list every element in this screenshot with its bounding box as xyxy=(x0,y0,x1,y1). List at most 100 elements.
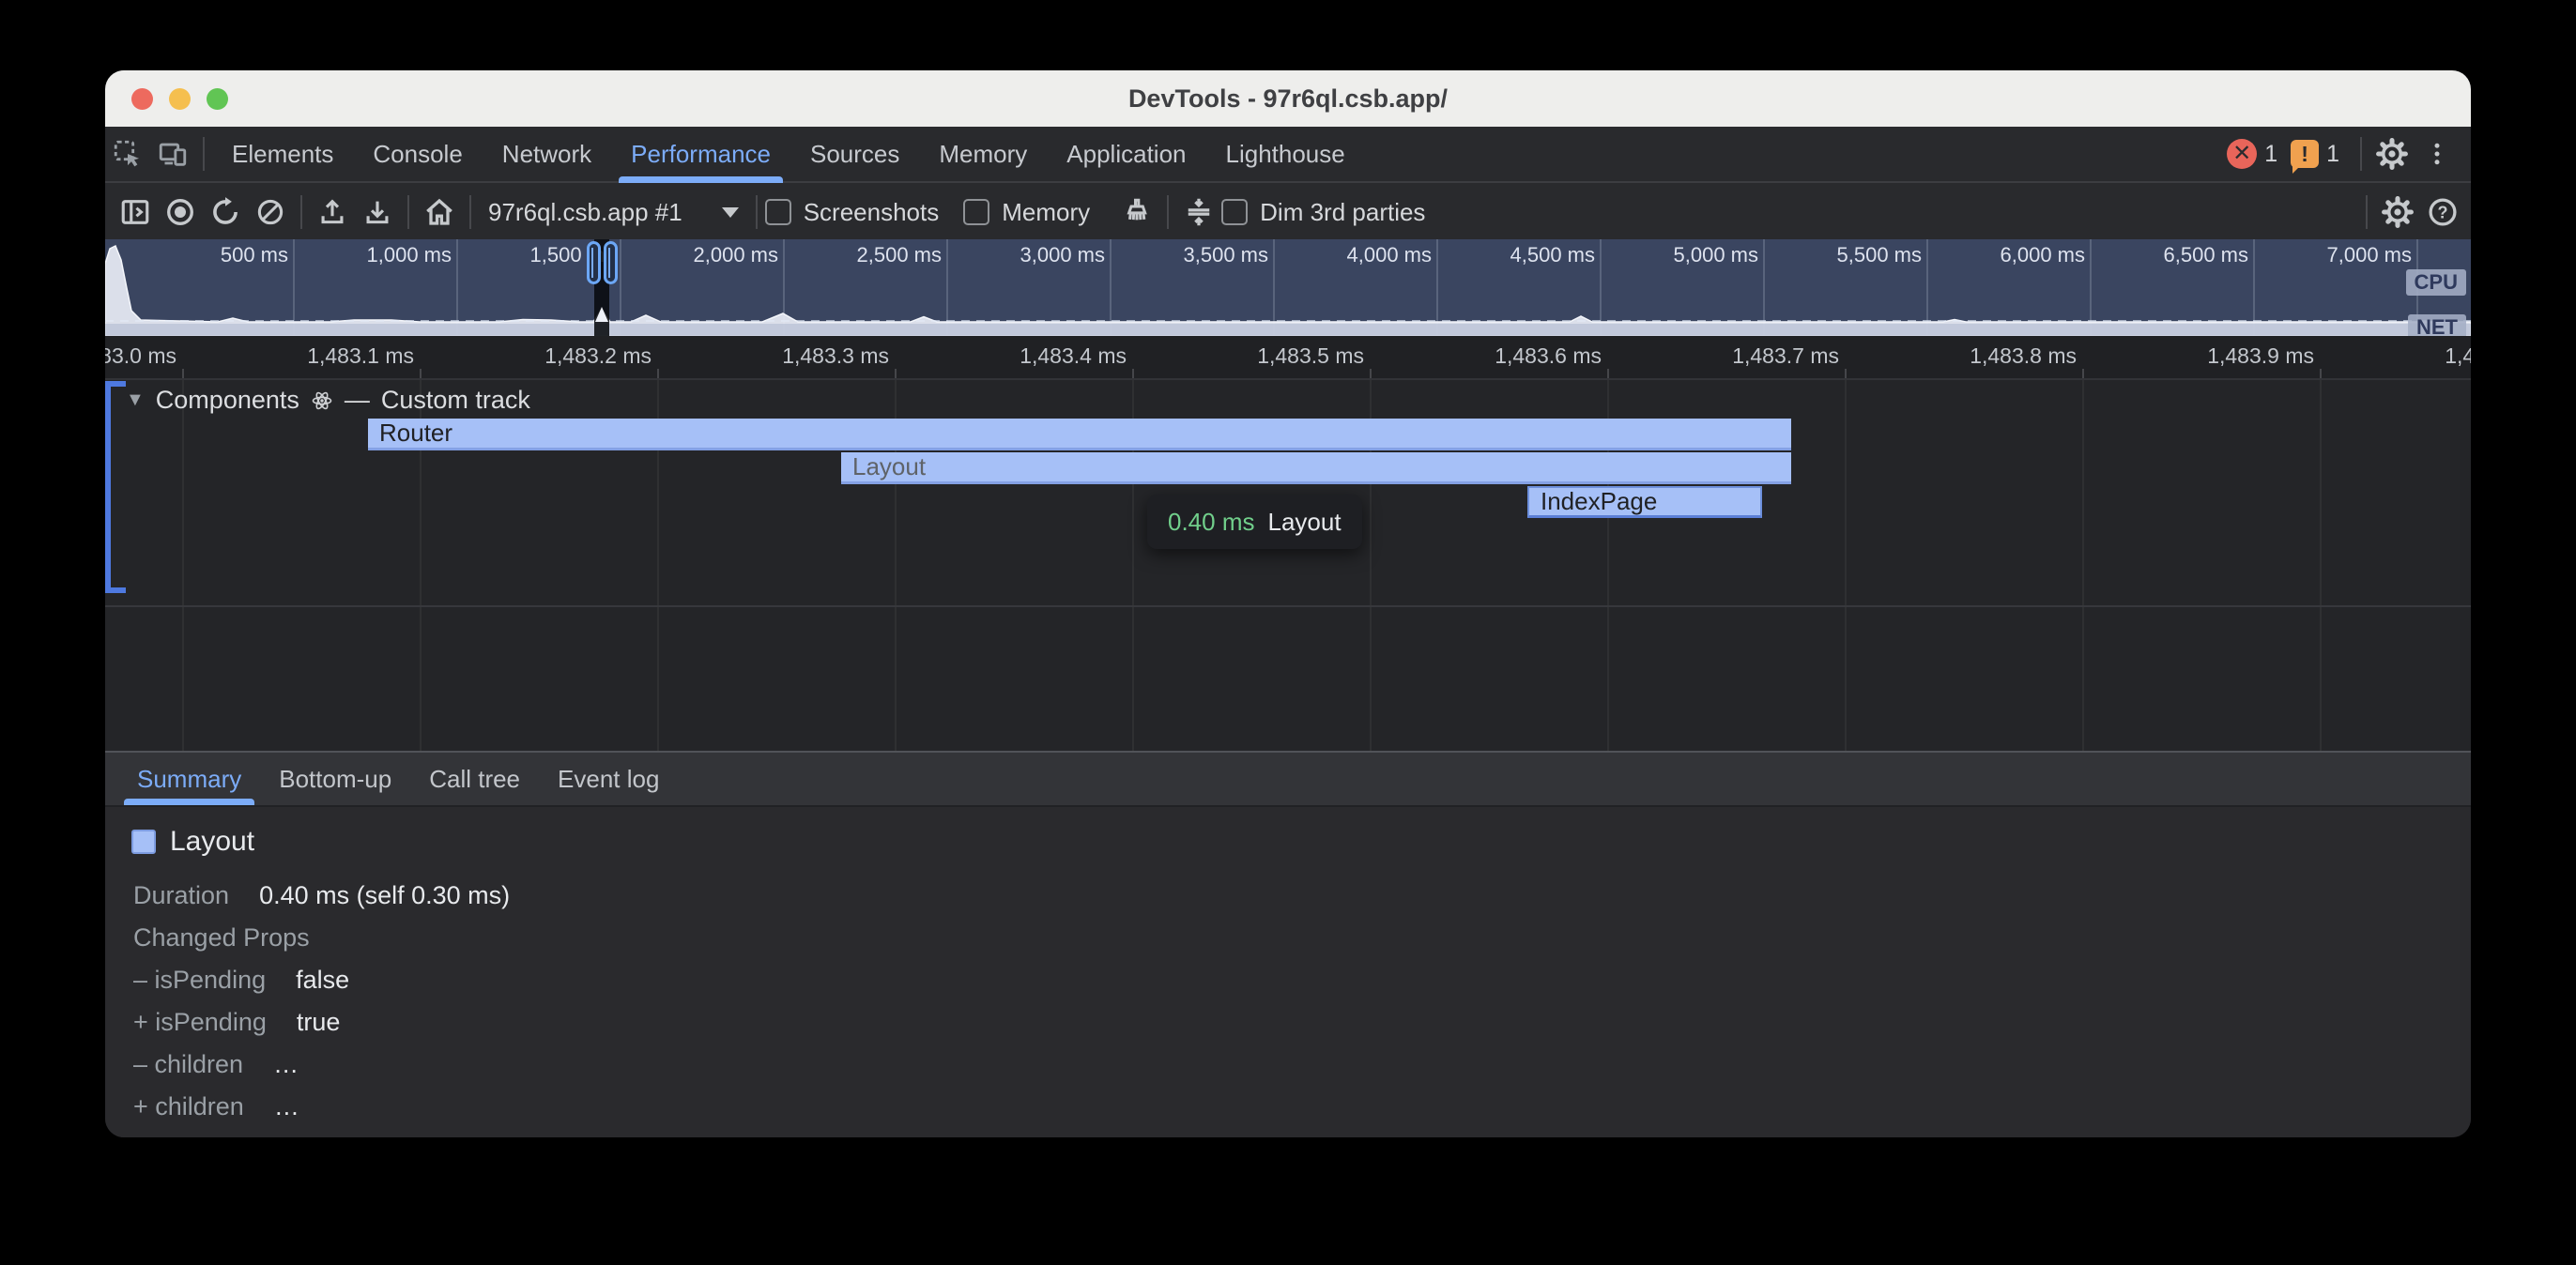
overview-tick-label: 4,500 ms xyxy=(1510,243,1596,267)
details-tab-bottom-up[interactable]: Bottom-up xyxy=(260,753,410,805)
details-tab-event-log[interactable]: Event log xyxy=(539,753,678,805)
screenshots-checkbox[interactable] xyxy=(765,199,791,225)
target-selector[interactable]: 97r6ql.csb.app #1 xyxy=(488,198,739,227)
tab-performance[interactable]: Performance xyxy=(611,127,790,181)
overview-tick-label: 6,000 ms xyxy=(2001,243,2086,267)
home-icon[interactable] xyxy=(417,188,462,236)
summary-row-value: true xyxy=(297,1007,341,1037)
overview-tick-label: 2,000 ms xyxy=(694,243,779,267)
tab-sources[interactable]: Sources xyxy=(790,127,919,181)
tab-network[interactable]: Network xyxy=(483,127,611,181)
help-icon[interactable]: ? xyxy=(2420,188,2465,236)
event-tooltip: 0.40 ms Layout xyxy=(1147,495,1362,549)
track-subtitle: Custom track xyxy=(381,386,530,415)
more-options-kebab-icon[interactable] xyxy=(2415,130,2460,178)
track-title: Components xyxy=(156,386,299,415)
tab-memory[interactable]: Memory xyxy=(919,127,1047,181)
summary-row-label: Changed Props xyxy=(133,922,310,953)
tab-application[interactable]: Application xyxy=(1047,127,1205,181)
performance-toolbar: 97r6ql.csb.app #1 Screenshots Memory Dim… xyxy=(105,185,2471,239)
ruler-tick-mark xyxy=(1607,369,1609,378)
details-tab-summary[interactable]: Summary xyxy=(118,753,260,805)
selection-right-handle[interactable] xyxy=(604,241,618,284)
ruler-tick-label: 1,483.0 ms xyxy=(105,343,176,369)
divider xyxy=(407,195,409,229)
ruler-tick-label: 1,483.6 ms xyxy=(1495,343,1602,369)
event-bar-indexpage[interactable]: IndexPage xyxy=(1527,486,1762,518)
tab-label: Memory xyxy=(939,140,1027,168)
device-toolbar-icon[interactable] xyxy=(150,130,195,178)
inspect-element-icon[interactable] xyxy=(105,130,150,178)
ruler-tick-mark xyxy=(420,369,422,378)
overview-tick-label: 5,500 ms xyxy=(1837,243,1923,267)
summary-row: Duration0.40 ms (self 0.30 ms) xyxy=(133,880,510,910)
cpu-baseline-dashed-line xyxy=(105,320,2471,322)
ruler-tick-label: 1,483.4 ms xyxy=(1020,343,1127,369)
divider xyxy=(2366,195,2368,229)
collect-garbage-icon[interactable] xyxy=(1114,188,1159,236)
dim-3rd-parties-checkbox[interactable] xyxy=(1221,199,1248,225)
divider xyxy=(756,195,758,229)
tab-label: Call tree xyxy=(429,765,520,793)
tab-label: Summary xyxy=(137,765,241,793)
overview-tick-label: 7,000 ms xyxy=(2327,243,2413,267)
tab-label: Sources xyxy=(810,140,899,168)
selection-left-handle[interactable] xyxy=(587,241,601,284)
memory-checkbox[interactable] xyxy=(963,199,989,225)
ruler-tick-label: 1,483.5 ms xyxy=(1257,343,1364,369)
tab-label: Bottom-up xyxy=(279,765,391,793)
timeline-overview[interactable]: 500 ms1,000 ms1,500 ms2,000 ms2,500 ms3,… xyxy=(105,239,2471,336)
download-profile-icon[interactable] xyxy=(355,188,400,236)
tab-lighthouse[interactable]: Lighthouse xyxy=(1206,127,1365,181)
net-lane-label: NET xyxy=(2408,314,2466,336)
overview-tick-label: 4,000 ms xyxy=(1347,243,1433,267)
event-bar-router[interactable]: Router xyxy=(368,419,1791,450)
console-error-icon[interactable]: ✕ xyxy=(2227,139,2257,169)
clear-icon[interactable] xyxy=(248,188,293,236)
titlebar: DevTools - 97r6ql.csb.app/ xyxy=(105,70,2471,127)
summary-row-value: … xyxy=(273,1049,299,1079)
tab-label: Application xyxy=(1066,140,1186,168)
console-warning-icon[interactable]: ! xyxy=(2291,140,2319,168)
tooltip-label: Layout xyxy=(1268,508,1342,537)
tab-label: Elements xyxy=(232,140,333,168)
screenshots-label: Screenshots xyxy=(804,198,940,227)
ruler-tick-mark xyxy=(1132,369,1134,378)
settings-gear-icon[interactable] xyxy=(2369,130,2415,178)
tab-console[interactable]: Console xyxy=(353,127,482,181)
details-tab-call-tree[interactable]: Call tree xyxy=(410,753,539,805)
summary-event-title: Layout xyxy=(170,826,254,858)
overview-tick-label: 6,500 ms xyxy=(2164,243,2249,267)
performance-settings-gear-icon[interactable] xyxy=(2375,188,2420,236)
ruler-tick-label: 1,483.3 ms xyxy=(782,343,889,369)
flame-gridline xyxy=(182,380,184,751)
summary-row-label: + children xyxy=(133,1091,244,1121)
collapse-recording-icon[interactable] xyxy=(1176,188,1221,236)
flame-chart[interactable]: ▼ Components — Custom track RouterLayout… xyxy=(105,380,2471,751)
flame-gridline xyxy=(1845,380,1847,751)
summary-row-value: 0.40 ms (self 0.30 ms) xyxy=(259,880,510,910)
event-bar-layout[interactable]: Layout xyxy=(841,452,1791,484)
overview-tick-label: 2,500 ms xyxy=(857,243,943,267)
summary-row-label: + isPending xyxy=(133,1007,267,1037)
upload-profile-icon[interactable] xyxy=(310,188,355,236)
devtools-tabbar: Elements ConsoleNetworkPerformance Sources… xyxy=(105,127,2471,183)
overview-tick-label: 3,500 ms xyxy=(1184,243,1269,267)
ruler-tick-label: 1,483.8 ms xyxy=(1970,343,2077,369)
track-header[interactable]: ▼ Components — Custom track xyxy=(126,386,530,415)
memory-label: Memory xyxy=(1002,198,1090,227)
reload-and-record-icon[interactable] xyxy=(203,188,248,236)
error-count: 1 xyxy=(2264,141,2277,168)
dim-3rd-parties-label: Dim 3rd parties xyxy=(1260,198,1425,227)
overview-tick-label: 1,000 ms xyxy=(367,243,452,267)
ruler-tick-mark xyxy=(2320,369,2322,378)
collapse-triangle-icon[interactable]: ▼ xyxy=(126,389,145,411)
tab-elements[interactable]: Elements xyxy=(212,127,353,181)
ruler-tick-mark xyxy=(657,369,659,378)
divider xyxy=(2360,137,2362,171)
chevron-down-icon xyxy=(722,207,739,218)
record-icon[interactable] xyxy=(158,188,203,236)
details-tabbar: Summary Bottom-up Call tree Event log xyxy=(105,751,2471,807)
toggle-sidebar-icon[interactable] xyxy=(113,188,158,236)
ruler-tick-label: 1,483.2 ms xyxy=(544,343,652,369)
